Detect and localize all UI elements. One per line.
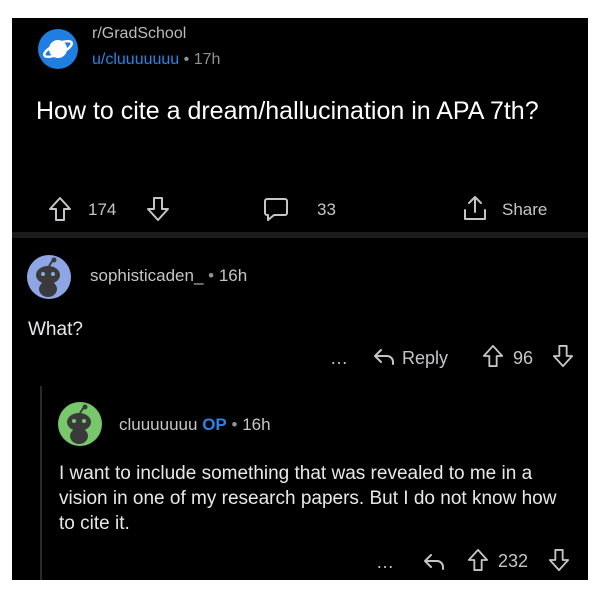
more-options-icon[interactable]: … (330, 348, 348, 369)
post-vote-count: 174 (88, 200, 117, 219)
downvote-icon[interactable] (552, 344, 574, 368)
reddit-screen: r/GradSchool u/cluuuuuuu • 17h How to ci… (12, 18, 588, 580)
meta-separator: • (183, 51, 190, 68)
share-icon[interactable] (462, 194, 488, 222)
reply-icon[interactable] (372, 346, 396, 368)
downvote-icon[interactable] (548, 548, 570, 572)
meta-separator: • (208, 266, 215, 285)
upvote-icon[interactable] (482, 344, 504, 368)
snoo-avatar-icon[interactable] (27, 255, 71, 299)
subreddit-name[interactable]: r/GradSchool (92, 25, 186, 43)
thread-line (40, 386, 42, 580)
section-divider (12, 232, 588, 238)
share-button[interactable]: Share (502, 200, 547, 220)
comment-vote-count: 96 (513, 348, 534, 368)
meta-separator: • (231, 415, 238, 434)
reply-icon[interactable] (422, 551, 446, 573)
post-age: 17h (193, 51, 221, 68)
snoo-avatar-icon[interactable] (58, 402, 102, 446)
comment-age: 16h (218, 266, 248, 285)
post-title[interactable]: How to cite a dream/hallucination in APA… (36, 95, 576, 128)
comment-author[interactable]: sophisticaden_ (90, 266, 203, 285)
subreddit-planet-icon[interactable] (38, 29, 78, 69)
comment-icon[interactable] (263, 196, 289, 222)
post-author[interactable]: u/cluuuuuuu (92, 51, 179, 68)
upvote-icon[interactable] (48, 196, 72, 222)
reply-button[interactable]: Reply (402, 348, 448, 369)
comment-text: I want to include something that was rev… (59, 463, 557, 534)
comment-meta: cluuuuuuu OP • 16h (119, 415, 271, 435)
comment-meta: sophisticaden_ • 16h (90, 266, 247, 286)
downvote-icon[interactable] (146, 196, 170, 222)
comment-age: 16h (242, 415, 271, 434)
op-badge: OP (202, 415, 227, 434)
comment-vote-count: 232 (498, 551, 529, 571)
post-meta: u/cluuuuuuu • 17h (92, 51, 220, 69)
more-options-icon[interactable]: … (376, 552, 394, 573)
comment-count: 33 (317, 200, 336, 219)
comment-author[interactable]: cluuuuuuu (119, 415, 197, 434)
upvote-icon[interactable] (467, 548, 489, 572)
comment-text: What? (28, 319, 83, 340)
